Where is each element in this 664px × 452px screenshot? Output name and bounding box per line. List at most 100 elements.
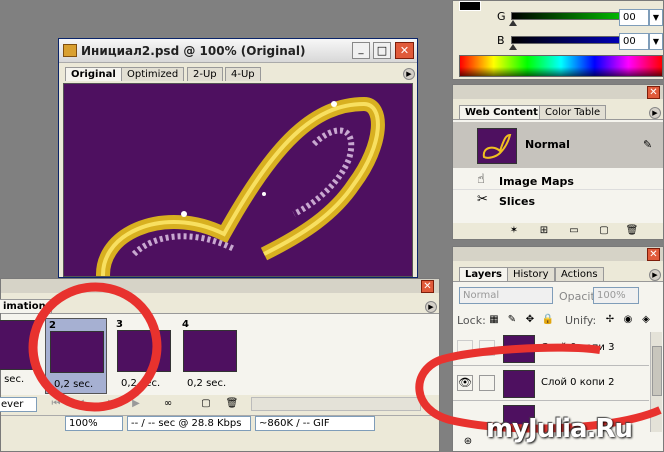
slices-label: Slices bbox=[499, 195, 535, 208]
frame-delay[interactable]: 0,2 sec. bbox=[121, 378, 160, 389]
optimize-icon[interactable]: ✶ bbox=[507, 225, 521, 237]
slice-icon: ✂ bbox=[477, 192, 488, 207]
status-bar: 100% -- / -- sec @ 28.8 Kbps ~860K / -- … bbox=[1, 415, 439, 431]
first-frame-icon[interactable]: ⏮ bbox=[49, 398, 63, 410]
layers-close-button[interactable]: ✕ bbox=[647, 248, 660, 261]
channel-g-thumb[interactable] bbox=[509, 20, 517, 26]
frame-delay[interactable]: 0,2 sec. bbox=[0, 374, 24, 385]
tab-web-content[interactable]: Web Content bbox=[459, 105, 544, 119]
frames-scrollbar[interactable] bbox=[251, 397, 421, 411]
frame-thumbnail bbox=[117, 330, 171, 372]
web-content-list: Normal ✎ ☝ Image Maps ✂ Slices bbox=[453, 119, 663, 223]
image-maps-label: Image Maps bbox=[499, 175, 574, 188]
animation-frame[interactable]: 2 0,2 sec. bbox=[45, 318, 107, 394]
animation-titlebar[interactable] bbox=[1, 279, 439, 293]
channel-g-value[interactable]: 00 bbox=[619, 9, 649, 26]
web-content-toolbar: ✶ ⊞ ▭ ▢ 🗑 bbox=[453, 225, 663, 239]
tab-layers[interactable]: Layers bbox=[459, 267, 508, 281]
channel-b-thumb[interactable] bbox=[509, 44, 517, 50]
animation-frame[interactable]: 0,2 sec. bbox=[0, 320, 39, 400]
opacity-field[interactable]: 100% bbox=[593, 287, 639, 304]
frame-number: 2 bbox=[49, 320, 56, 331]
lock-brush-icon[interactable]: ✎ bbox=[505, 314, 519, 326]
loop-select[interactable]: ever bbox=[0, 397, 37, 412]
web-content-item-slices[interactable]: ✂ Slices bbox=[453, 192, 663, 210]
web-content-item-normal[interactable]: Normal ✎ bbox=[453, 122, 663, 168]
view-menu-button[interactable]: ▶ bbox=[403, 68, 415, 80]
file-size-select[interactable]: ~860K / -- GIF bbox=[255, 416, 375, 431]
play-icon[interactable]: ▶ bbox=[105, 398, 119, 410]
unify-visibility-icon[interactable]: ◉ bbox=[621, 314, 635, 326]
web-content-item-image-maps[interactable]: ☝ Image Maps bbox=[453, 172, 663, 190]
tab-4-up[interactable]: 4-Up bbox=[225, 67, 261, 81]
channel-b-dropdown[interactable]: ▼ bbox=[649, 33, 663, 50]
delete-frame-icon[interactable]: 🗑 bbox=[225, 398, 239, 410]
animation-frame[interactable]: 3 0,2 sec. bbox=[113, 318, 175, 394]
document-titlebar[interactable]: Инициал2.psd @ 100% (Original) _ □ ✕ bbox=[59, 39, 417, 63]
frame-thumbnail bbox=[50, 331, 104, 373]
lock-transparency-icon[interactable]: ▦ bbox=[487, 314, 501, 326]
tab-history[interactable]: History bbox=[507, 267, 555, 281]
frame-thumbnail bbox=[183, 330, 237, 372]
trash-icon[interactable]: 🗑 bbox=[625, 225, 639, 237]
frame-delay[interactable]: 0,2 sec. bbox=[187, 378, 226, 389]
canvas[interactable] bbox=[63, 83, 413, 277]
foreground-swatch[interactable] bbox=[459, 1, 481, 11]
unify-label: Unify: bbox=[565, 314, 597, 327]
watermark-text: myJulia.Ru bbox=[486, 414, 633, 444]
maximize-button[interactable]: □ bbox=[373, 42, 391, 59]
tab-optimized[interactable]: Optimized bbox=[121, 67, 185, 81]
new-item-icon[interactable]: ▢ bbox=[597, 225, 611, 237]
channel-b-label: B bbox=[497, 34, 505, 47]
next-frame-icon[interactable]: ▶ bbox=[129, 398, 143, 410]
lock-move-icon[interactable]: ✥ bbox=[523, 314, 537, 326]
frame-delay[interactable]: 0,2 sec. bbox=[54, 379, 93, 390]
channel-g-dropdown[interactable]: ▼ bbox=[649, 9, 663, 26]
prev-frame-icon[interactable]: ◀ bbox=[73, 398, 87, 410]
eyedropper-icon[interactable]: ✎ bbox=[643, 138, 652, 151]
channel-b-value[interactable]: 00 bbox=[619, 33, 649, 50]
animation-panel: ✕ imation ▶ 0,2 sec. 2 0,2 sec. 3 0,2 se… bbox=[0, 278, 440, 452]
tab-color-table[interactable]: Color Table bbox=[539, 105, 607, 119]
blend-mode-select[interactable]: Normal bbox=[459, 287, 553, 304]
web-content-close-button[interactable]: ✕ bbox=[647, 86, 660, 99]
web-content-menu-button[interactable]: ▶ bbox=[649, 107, 661, 119]
animation-close-button[interactable]: ✕ bbox=[421, 280, 434, 293]
layer-link-toggle[interactable] bbox=[479, 375, 495, 391]
unify-position-icon[interactable]: ✢ bbox=[603, 314, 617, 326]
layers-titlebar[interactable] bbox=[453, 247, 663, 261]
layer-visibility-toggle[interactable] bbox=[457, 340, 473, 356]
layer-link-toggle[interactable] bbox=[479, 340, 495, 356]
channel-g-label: G bbox=[497, 10, 506, 23]
color-panel: G 00 ▼ B 00 ▼ bbox=[452, 0, 664, 80]
unify-style-icon[interactable]: ◈ bbox=[639, 314, 653, 326]
lock-all-icon[interactable]: 🔒 bbox=[541, 314, 555, 326]
layer-row[interactable]: Слой 0 копи 3 bbox=[453, 332, 649, 366]
frames-strip: 0,2 sec. 2 0,2 sec. 3 0,2 sec. 4 0,2 sec… bbox=[0, 313, 439, 395]
tab-actions[interactable]: Actions bbox=[555, 267, 604, 281]
layer-row[interactable]: 👁 Слой 0 копи 2 bbox=[453, 367, 649, 401]
tween-icon[interactable]: ∞ bbox=[161, 398, 175, 410]
minimize-button[interactable]: _ bbox=[352, 42, 370, 59]
tab-animation[interactable]: imation bbox=[0, 299, 52, 313]
layers-menu-button[interactable]: ▶ bbox=[649, 269, 661, 281]
layer-style-icon[interactable]: ⊛ bbox=[461, 436, 475, 448]
animation-menu-button[interactable]: ▶ bbox=[425, 301, 437, 313]
animation-frame[interactable]: 4 0,2 sec. bbox=[179, 318, 241, 394]
download-speed-select[interactable]: -- / -- sec @ 28.8 Kbps bbox=[127, 416, 251, 431]
slice-grid-icon[interactable]: ⊞ bbox=[537, 225, 551, 237]
eye-icon[interactable]: 👁 bbox=[457, 375, 473, 391]
tab-2-up[interactable]: 2-Up bbox=[187, 67, 223, 81]
normal-thumbnail bbox=[477, 128, 517, 164]
zoom-select[interactable]: 100% bbox=[65, 416, 123, 431]
close-button[interactable]: ✕ bbox=[395, 42, 414, 59]
photoshop-icon bbox=[63, 44, 77, 57]
scroll-thumb[interactable] bbox=[652, 346, 662, 396]
lock-label: Lock: bbox=[457, 314, 486, 327]
tab-original[interactable]: Original bbox=[65, 67, 122, 81]
folder-icon[interactable]: ▭ bbox=[567, 225, 581, 237]
duplicate-frame-icon[interactable]: ▢ bbox=[199, 398, 213, 410]
web-content-titlebar[interactable] bbox=[453, 85, 663, 99]
letter-icon bbox=[482, 133, 512, 159]
hand-icon: ☝ bbox=[477, 172, 485, 187]
